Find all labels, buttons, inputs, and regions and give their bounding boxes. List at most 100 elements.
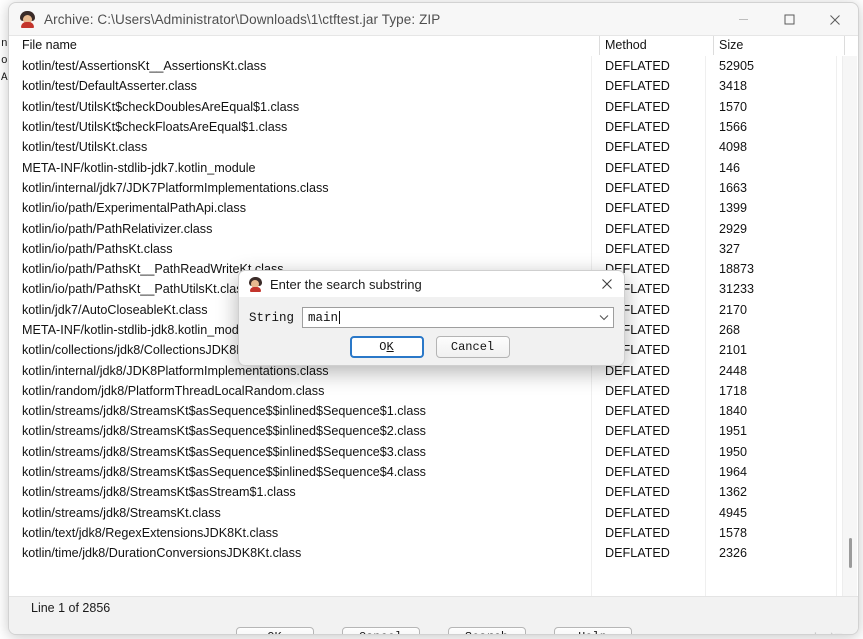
cell-file-name: kotlin/io/path/ExperimentalPathApi.class <box>22 201 247 216</box>
table-row[interactable]: kotlin/test/DefaultAsserter.class DEFLATE… <box>17 76 858 96</box>
cell-file-name: kotlin/streams/jdk8/StreamsKt$asSequence… <box>22 424 426 439</box>
text-caret <box>339 311 341 324</box>
table-row[interactable]: kotlin/streams/jdk8/StreamsKt$asStream$1… <box>17 482 858 502</box>
table-row[interactable]: kotlin/streams/jdk8/StreamsKt$asSequence… <box>17 401 858 421</box>
cell-method: DEFLATED <box>605 241 670 256</box>
table-row[interactable]: kotlin/streams/jdk8/StreamsKt.class DEFLA… <box>17 503 858 523</box>
minimize-icon[interactable] <box>720 3 766 36</box>
table-row[interactable]: kotlin/streams/jdk8/StreamsKt$asSequence… <box>17 442 858 462</box>
cell-size: 327 <box>719 241 741 256</box>
table-row[interactable]: kotlin/time/jdk8/DurationConversionsJDK8… <box>17 543 858 563</box>
cancel-button[interactable]: Cancel <box>341 626 420 634</box>
status-bar: Line 1 of 2856 <box>9 596 858 618</box>
woman-avatar-icon <box>19 10 36 28</box>
chevron-down-icon[interactable] <box>594 308 613 327</box>
cell-method: DEFLATED <box>605 505 670 520</box>
table-row[interactable]: kotlin/internal/jdk7/JDK7PlatformImpleme… <box>17 178 858 198</box>
dialog-cancel-button[interactable]: Cancel <box>435 336 510 358</box>
cell-size: 1964 <box>719 465 748 480</box>
dialog-body: String main OK Cancel <box>239 297 624 358</box>
cell-method: DEFLATED <box>605 525 670 540</box>
dialog-button-row: OK Cancel <box>249 336 614 358</box>
cell-method: DEFLATED <box>605 120 670 135</box>
status-text: Line 1 of 2856 <box>31 600 111 615</box>
window-title-bar[interactable]: Archive: C:\Users\Administrator\Download… <box>9 3 858 36</box>
cell-file-name: kotlin/streams/jdk8/StreamsKt$asSequence… <box>22 444 426 459</box>
search-input[interactable]: main <box>302 307 614 328</box>
vertical-scrollbar[interactable] <box>842 56 857 596</box>
table-row[interactable]: kotlin/io/path/PathsKt.class DEFLATED 327 <box>17 239 858 259</box>
window-title: Archive: C:\Users\Administrator\Download… <box>44 11 441 27</box>
cell-size: 1663 <box>719 180 748 195</box>
cell-size: 3418 <box>719 79 748 94</box>
dialog-title-bar[interactable]: Enter the search substring <box>239 271 624 297</box>
cell-file-name: kotlin/test/UtilsKt$checkFloatsAreEqual$… <box>22 120 288 135</box>
cell-method: DEFLATED <box>605 485 670 500</box>
cell-size: 18873 <box>719 262 755 277</box>
list-column-headers: File name Method Size <box>9 36 858 56</box>
dialog-title: Enter the search substring <box>270 276 422 292</box>
table-row[interactable]: kotlin/text/jdk8/RegexExtensionsJDK8Kt.c… <box>17 523 858 543</box>
column-header-file-name[interactable]: File name <box>17 36 599 55</box>
cell-method: DEFLATED <box>605 99 670 114</box>
cell-size: 1570 <box>719 99 748 114</box>
cell-method: DEFLATED <box>605 444 670 459</box>
table-row[interactable]: kotlin/test/UtilsKt$checkFloatsAreEqual$… <box>17 117 858 137</box>
cell-size: 1840 <box>719 404 748 419</box>
cell-method: DEFLATED <box>605 180 670 195</box>
cell-method: DEFLATED <box>605 59 670 74</box>
cell-method: DEFLATED <box>605 424 670 439</box>
cell-file-name: kotlin/test/UtilsKt$checkDoublesAreEqual… <box>22 99 300 114</box>
table-row[interactable]: META-INF/kotlin-stdlib-jdk7.kotlin_modul… <box>17 157 858 177</box>
column-header-method[interactable]: Method <box>599 36 713 55</box>
cell-file-name: kotlin/io/path/PathsKt.class <box>22 241 173 256</box>
ok-button[interactable]: OK <box>235 626 314 634</box>
cell-file-name: kotlin/io/path/PathRelativizer.class <box>22 221 213 236</box>
dialog-ok-button[interactable]: OK <box>349 336 424 358</box>
cell-size: 1950 <box>719 444 748 459</box>
table-row[interactable]: kotlin/streams/jdk8/StreamsKt$asSequence… <box>17 421 858 441</box>
column-header-spacer <box>844 36 858 55</box>
table-row[interactable]: kotlin/test/UtilsKt.class DEFLATED 4098 <box>17 137 858 157</box>
maximize-icon[interactable] <box>766 3 812 36</box>
cell-file-name: META-INF/kotlin-stdlib-jdk7.kotlin_modul… <box>22 160 256 175</box>
cell-size: 1951 <box>719 424 748 439</box>
help-button[interactable]: Help <box>553 626 632 634</box>
string-field-label: String <box>249 310 295 325</box>
table-row[interactable]: kotlin/io/path/PathRelativizer.class DEFL… <box>17 218 858 238</box>
cell-method: DEFLATED <box>605 140 670 155</box>
cell-method: DEFLATED <box>605 79 670 94</box>
bottom-button-bar: OK Cancel Search Help CSDN @末 初 <box>9 618 858 634</box>
cell-file-name: kotlin/text/jdk8/RegexExtensionsJDK8Kt.c… <box>22 525 279 540</box>
cell-file-name: kotlin/random/jdk8/PlatformThreadLocalRa… <box>22 383 325 398</box>
table-row[interactable]: kotlin/streams/jdk8/StreamsKt$asSequence… <box>17 462 858 482</box>
scrollbar-thumb[interactable] <box>849 538 852 568</box>
cell-method: DEFLATED <box>605 383 670 398</box>
close-icon[interactable] <box>812 3 858 36</box>
cell-size: 1566 <box>719 120 748 135</box>
table-row[interactable]: kotlin/random/jdk8/PlatformThreadLocalRa… <box>17 381 858 401</box>
cell-size: 1399 <box>719 201 748 216</box>
cell-file-name: kotlin/streams/jdk8/StreamsKt$asSequence… <box>22 404 426 419</box>
table-row[interactable]: kotlin/test/UtilsKt$checkDoublesAreEqual… <box>17 97 858 117</box>
column-header-size[interactable]: Size <box>713 36 844 55</box>
cell-size: 52905 <box>719 59 755 74</box>
cell-size: 2326 <box>719 546 748 561</box>
cell-size: 146 <box>719 160 741 175</box>
cell-size: 31233 <box>719 282 755 297</box>
cell-method: DEFLATED <box>605 201 670 216</box>
cell-size: 2448 <box>719 363 748 378</box>
dialog-ok-mnemonic: K <box>386 340 394 354</box>
search-substring-dialog: Enter the search substring String main O… <box>238 270 625 366</box>
close-icon[interactable] <box>590 271 624 297</box>
cell-size: 4945 <box>719 505 748 520</box>
cell-method: DEFLATED <box>605 546 670 561</box>
search-button[interactable]: Search <box>447 626 526 634</box>
cell-size: 2170 <box>719 302 748 317</box>
watermark: CSDN @末 初 <box>743 629 844 634</box>
table-row[interactable]: kotlin/io/path/ExperimentalPathApi.class… <box>17 198 858 218</box>
cell-file-name: kotlin/streams/jdk8/StreamsKt$asStream$1… <box>22 485 296 500</box>
cell-method: DEFLATED <box>605 160 670 175</box>
cell-file-name: kotlin/test/AssertionsKt__AssertionsKt.c… <box>22 59 267 74</box>
table-row[interactable]: kotlin/test/AssertionsKt__AssertionsKt.c… <box>17 56 858 76</box>
